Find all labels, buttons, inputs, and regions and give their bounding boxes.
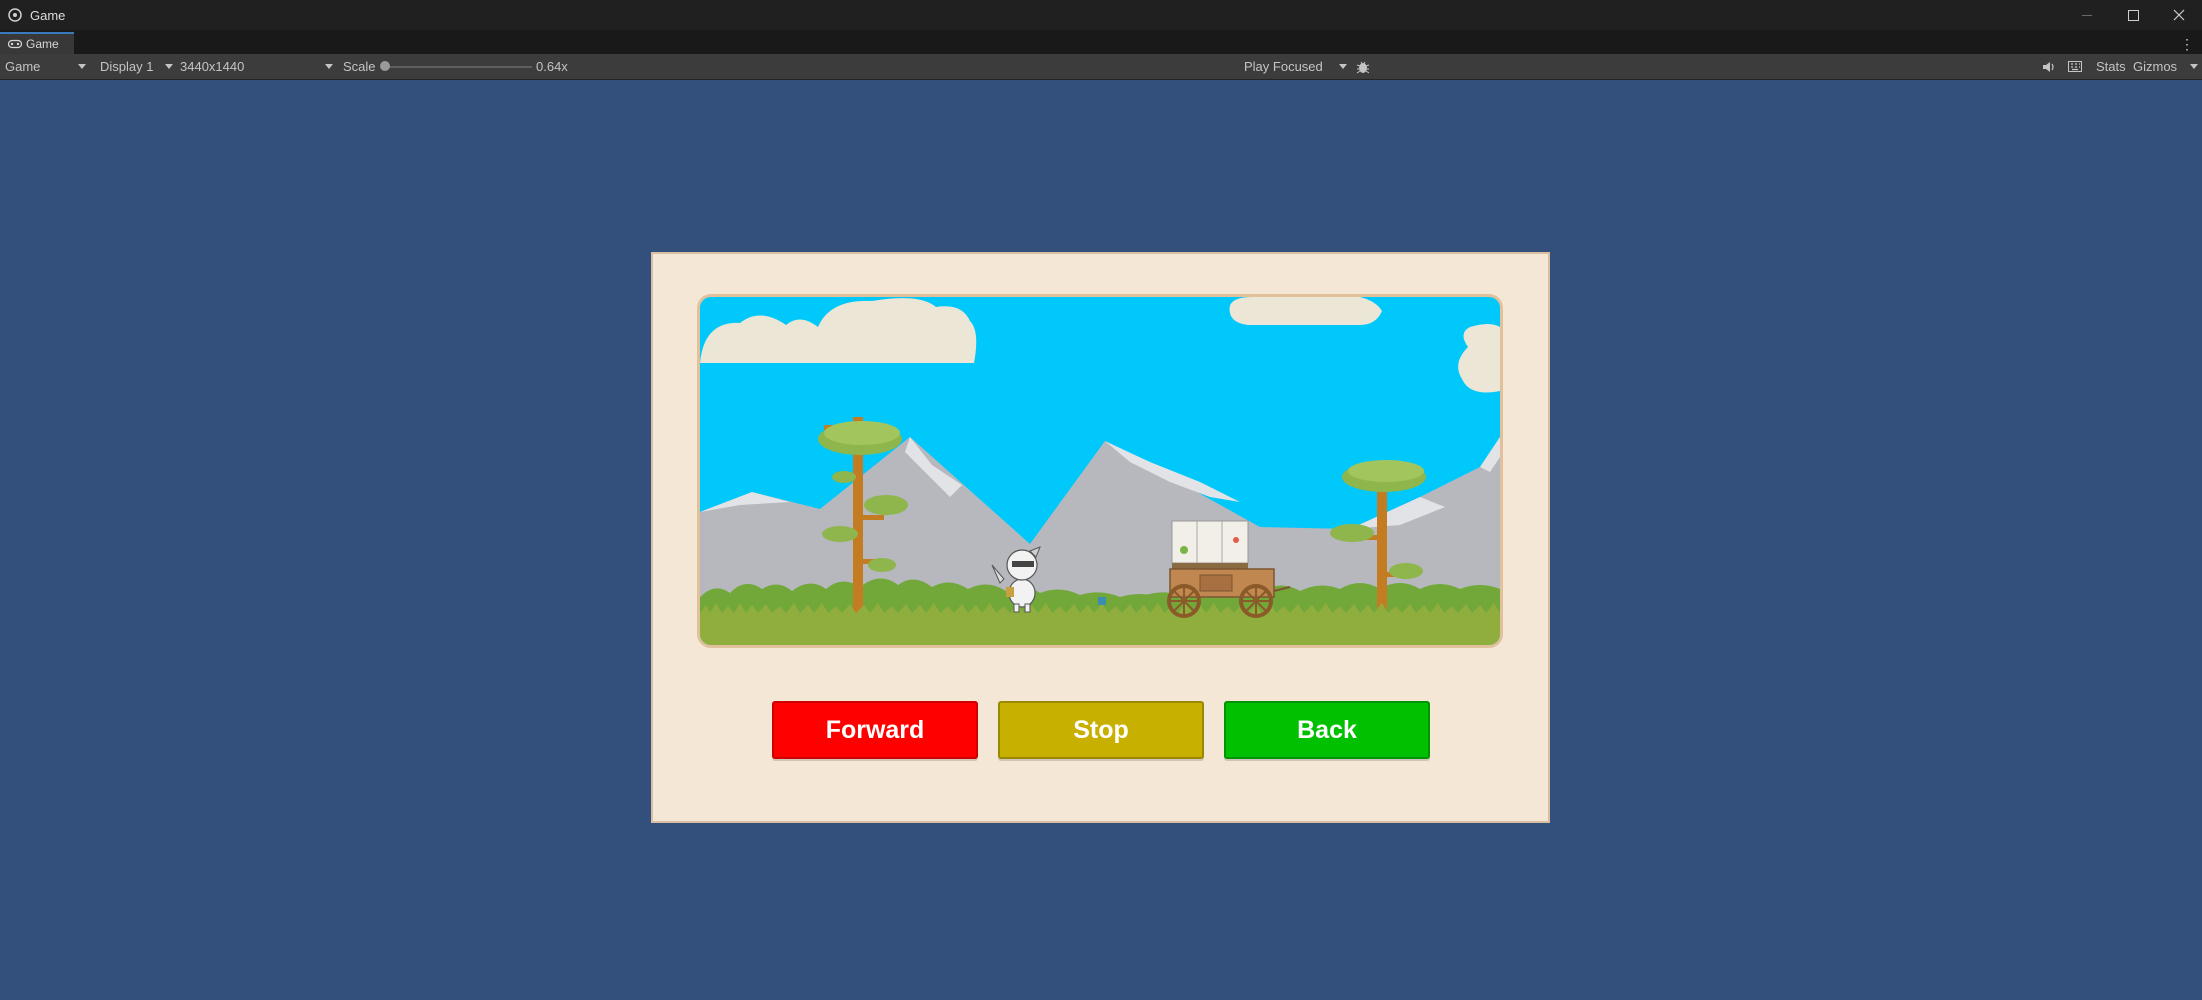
window-titlebar: Game bbox=[0, 0, 2202, 30]
game-scene bbox=[697, 294, 1503, 648]
minimize-icon bbox=[2082, 14, 2092, 16]
close-button[interactable] bbox=[2156, 0, 2202, 30]
tab-game[interactable]: Game bbox=[0, 32, 74, 54]
chevron-down-icon bbox=[325, 64, 333, 69]
close-icon bbox=[2173, 9, 2185, 21]
chevron-down-icon bbox=[1339, 64, 1347, 69]
view-mode-dropdown[interactable]: Game bbox=[0, 54, 90, 79]
scale-value: 0.64x bbox=[536, 59, 568, 74]
play-mode-dropdown[interactable]: Play Focused bbox=[1239, 54, 1351, 79]
more-options-icon[interactable]: ⋮ bbox=[2180, 36, 2194, 53]
game-toolbar: Game Display 1 3440x1440 Scale 0.64x Pla… bbox=[0, 54, 2202, 80]
keyboard-icon bbox=[2068, 61, 2082, 72]
gamepad-icon bbox=[8, 39, 22, 49]
display-dropdown[interactable]: Display 1 bbox=[95, 54, 177, 79]
minimize-button[interactable] bbox=[2064, 0, 2110, 30]
unity-logo-icon bbox=[8, 8, 22, 22]
tab-label: Game bbox=[26, 37, 59, 51]
maximize-button[interactable] bbox=[2110, 0, 2156, 30]
play-mode-value: Play Focused bbox=[1244, 59, 1323, 74]
resolution-value: 3440x1440 bbox=[180, 59, 245, 74]
scale-label: Scale bbox=[343, 59, 376, 74]
gizmos-label: Gizmos bbox=[2133, 59, 2178, 74]
gizmos-dropdown[interactable]: Gizmos bbox=[2129, 54, 2202, 79]
window-title: Game bbox=[30, 8, 66, 23]
speaker-icon bbox=[2043, 61, 2054, 72]
keyboard-shortcuts-button[interactable] bbox=[2068, 54, 2088, 79]
mute-audio-button[interactable] bbox=[2042, 54, 2062, 79]
chevron-down-icon bbox=[165, 64, 173, 69]
display-value: Display 1 bbox=[100, 59, 154, 74]
maximize-icon bbox=[2127, 9, 2139, 21]
scale-slider-thumb[interactable] bbox=[380, 61, 390, 71]
collectible-item bbox=[1098, 597, 1106, 605]
view-mode-value: Game bbox=[5, 59, 41, 74]
stop-button[interactable]: Stop bbox=[998, 701, 1204, 759]
chevron-down-icon bbox=[78, 64, 86, 69]
ground bbox=[700, 603, 1500, 645]
scene-illustration bbox=[700, 297, 1500, 645]
tab-bar: Game bbox=[0, 30, 2202, 54]
chevron-down-icon bbox=[2190, 64, 2198, 69]
forward-button[interactable]: Forward bbox=[772, 701, 978, 759]
scale-slider-track[interactable] bbox=[384, 66, 532, 68]
bug-icon bbox=[1356, 61, 1370, 73]
cloud-right bbox=[1458, 324, 1500, 393]
cloud-middle bbox=[1229, 297, 1382, 325]
stats-button[interactable]: Stats bbox=[2096, 54, 2126, 79]
back-button[interactable]: Back bbox=[1224, 701, 1430, 759]
debug-button[interactable] bbox=[1354, 54, 1376, 79]
resolution-dropdown[interactable]: 3440x1440 bbox=[175, 54, 337, 79]
cloud-left bbox=[700, 298, 977, 363]
